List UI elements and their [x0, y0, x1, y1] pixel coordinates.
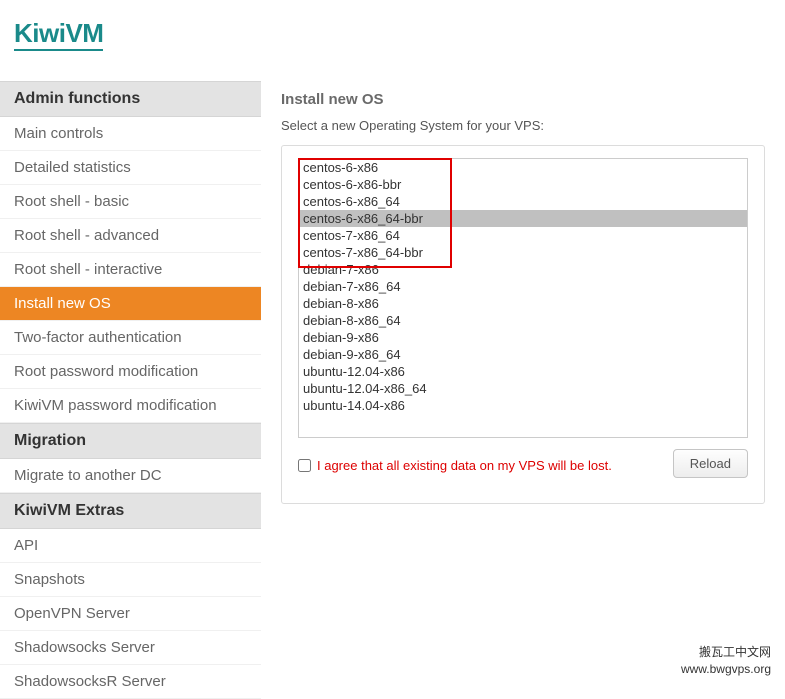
- sidebar-item-root-password-modification[interactable]: Root password modification: [0, 355, 261, 389]
- sidebar-item-main-controls[interactable]: Main controls: [0, 117, 261, 151]
- sidebar-item-api[interactable]: API: [0, 529, 261, 563]
- agree-checkbox[interactable]: [298, 459, 311, 472]
- sidebar-section-header: Migration: [0, 423, 261, 459]
- os-option[interactable]: ubuntu-12.04-x86: [299, 363, 747, 380]
- sidebar-item-root-shell-advanced[interactable]: Root shell - advanced: [0, 219, 261, 253]
- watermark-corner: 搬瓦工中文网 www.bwgvps.org: [681, 644, 771, 678]
- install-os-panel: centos-6-x86centos-6-x86-bbrcentos-6-x86…: [281, 145, 765, 504]
- sidebar-item-root-shell-basic[interactable]: Root shell - basic: [0, 185, 261, 219]
- sidebar: Admin functionsMain controlsDetailed sta…: [0, 81, 261, 699]
- sidebar-section-header: Admin functions: [0, 81, 261, 117]
- sidebar-item-openvpn-server[interactable]: OpenVPN Server: [0, 597, 261, 631]
- os-option[interactable]: centos-7-x86_64-bbr: [299, 244, 747, 261]
- os-select-listbox[interactable]: centos-6-x86centos-6-x86-bbrcentos-6-x86…: [298, 158, 748, 438]
- panel-title: Install new OS: [281, 91, 765, 108]
- main-layout: Admin functionsMain controlsDetailed sta…: [0, 81, 785, 699]
- os-option[interactable]: debian-7-x86_64: [299, 278, 747, 295]
- logo: KiwiVM: [14, 18, 103, 51]
- content-area: Install new OS Select a new Operating Sy…: [261, 81, 785, 699]
- watermark-url: www.bwgvps.org: [681, 661, 771, 678]
- watermark-cn: 搬瓦工中文网: [681, 644, 771, 661]
- os-option[interactable]: debian-8-x86: [299, 295, 747, 312]
- os-option[interactable]: centos-7-x86_64: [299, 227, 747, 244]
- sidebar-item-two-factor-authentication[interactable]: Two-factor authentication: [0, 321, 261, 355]
- sidebar-item-detailed-statistics[interactable]: Detailed statistics: [0, 151, 261, 185]
- sidebar-item-root-shell-interactive[interactable]: Root shell - interactive: [0, 253, 261, 287]
- os-option[interactable]: centos-6-x86-bbr: [299, 176, 747, 193]
- agree-label: I agree that all existing data on my VPS…: [317, 458, 612, 473]
- os-option[interactable]: debian-7-x86: [299, 261, 747, 278]
- os-option[interactable]: debian-9-x86: [299, 329, 747, 346]
- sidebar-section-header: KiwiVM Extras: [0, 493, 261, 529]
- sidebar-item-kiwivm-password-modification[interactable]: KiwiVM password modification: [0, 389, 261, 423]
- sidebar-item-shadowsocks-server[interactable]: Shadowsocks Server: [0, 631, 261, 665]
- os-option[interactable]: ubuntu-14.04-x86: [299, 397, 747, 414]
- header: KiwiVM: [0, 0, 785, 81]
- reload-button[interactable]: Reload: [673, 449, 748, 478]
- sidebar-item-shadowsocksr-server[interactable]: ShadowsocksR Server: [0, 665, 261, 699]
- sidebar-item-install-new-os[interactable]: Install new OS: [0, 287, 261, 321]
- os-option[interactable]: centos-6-x86_64: [299, 193, 747, 210]
- sidebar-item-migrate-to-another-dc[interactable]: Migrate to another DC: [0, 459, 261, 493]
- os-option[interactable]: debian-9-x86_64: [299, 346, 747, 363]
- panel-subtitle: Select a new Operating System for your V…: [281, 118, 765, 133]
- sidebar-item-snapshots[interactable]: Snapshots: [0, 563, 261, 597]
- os-option[interactable]: centos-6-x86: [299, 159, 747, 176]
- os-list-wrapper: centos-6-x86centos-6-x86-bbrcentos-6-x86…: [298, 158, 748, 438]
- os-option[interactable]: centos-6-x86_64-bbr: [299, 210, 747, 227]
- os-option[interactable]: ubuntu-12.04-x86_64: [299, 380, 747, 397]
- os-option[interactable]: debian-8-x86_64: [299, 312, 747, 329]
